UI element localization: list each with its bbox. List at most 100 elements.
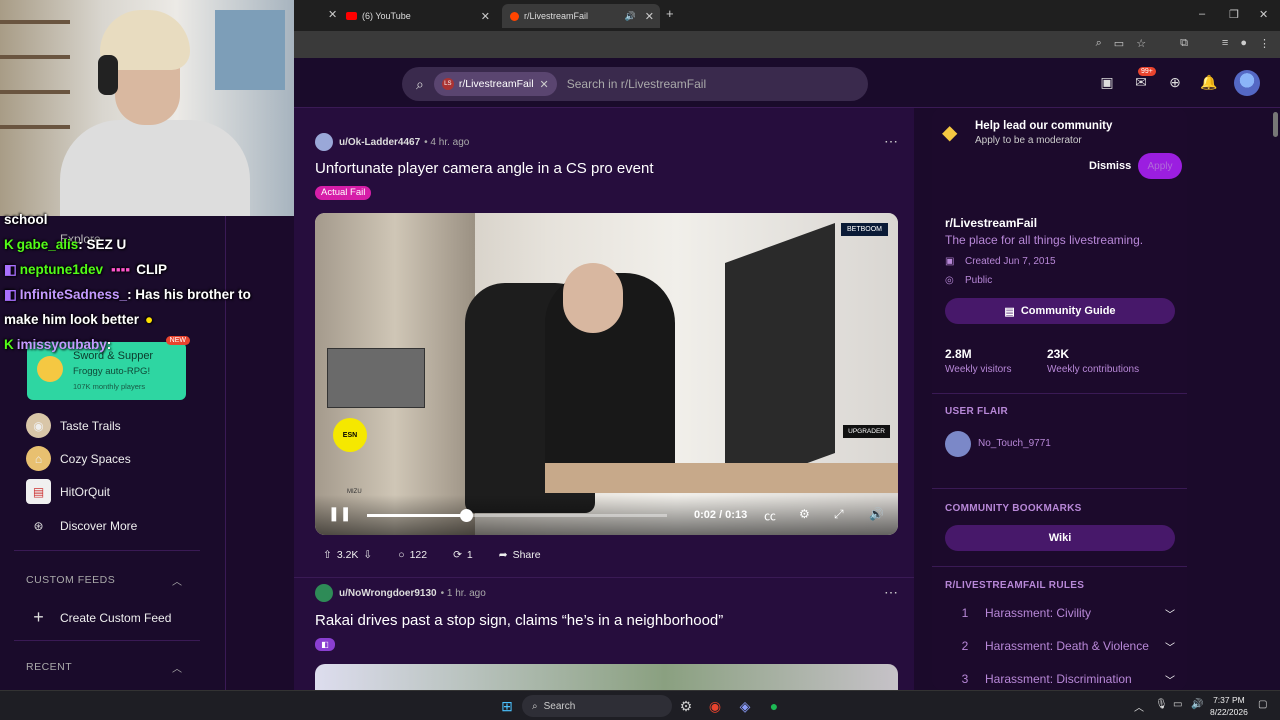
create-custom-feed-button[interactable]: + Create Custom Feed [26,605,171,630]
video-person-head [563,263,623,333]
post-options-icon[interactable]: ⋯ [884,584,898,601]
network-icon[interactable]: ▭ [1173,699,1182,710]
post-title[interactable]: Unfortunate player camera angle in a CS … [315,160,654,177]
user-avatar[interactable] [315,584,333,602]
search-community-chip[interactable]: LS r/LivestreamFail ✕ [433,72,557,96]
rule-number: 2 [961,639,969,653]
video-player[interactable]: ESN MIZU BETBOOM UPGRADER ❚❚ 0:02 / 0:13… [315,213,898,535]
user-avatar[interactable] [315,133,333,151]
recent-header[interactable]: RECENT [26,661,72,673]
rule-item[interactable]: 2 Harassment: Death & Violence ﹀ [945,639,1175,654]
tab-close-icon[interactable]: ✕ [328,8,337,21]
tab-label: (6) YouTube [362,11,411,21]
upvote-icon[interactable]: ⇧ [323,549,332,561]
sidebar-item-label: Cozy Spaces [60,451,131,466]
custom-feeds-header[interactable]: CUSTOM FEEDS [26,574,115,586]
chevron-up-icon[interactable]: ︿ [172,573,182,588]
divider [14,640,200,641]
scrollbar-thumb[interactable] [1273,112,1278,137]
sidebar-item-cozy-spaces[interactable]: ⌂ Cozy Spaces [26,446,131,471]
post-options-icon[interactable]: ⋯ [884,133,898,150]
settings-gear-icon[interactable]: ⚙ [676,696,696,716]
video-progress-slider[interactable] [367,509,667,522]
rule-item[interactable]: 3 Harassment: Discrimination ﹀ [945,672,1175,687]
divider [932,488,1187,489]
discord-icon[interactable]: ◈ [735,696,755,716]
zoom-icon[interactable]: ⌕ [1096,37,1102,50]
chevron-up-icon[interactable]: ︿ [1134,699,1144,714]
page-scrollbar[interactable] [1270,108,1280,690]
chevron-up-icon[interactable]: ︿ [172,660,182,675]
search-input[interactable]: ⌕ LS r/LivestreamFail ✕ Search in r/Live… [402,67,868,101]
rule-label: Harassment: Death & Violence [985,639,1149,653]
dismiss-button[interactable]: Dismiss [1089,160,1131,172]
tab-close-icon[interactable]: ✕ [645,10,654,23]
notifications-bell-icon[interactable]: 🔔 [1200,74,1218,92]
video-time: 0:02 / 0:13 [694,509,748,521]
mod-callout-subtitle: Apply to be a moderator [975,135,1082,146]
apply-button[interactable]: Apply [1138,153,1182,179]
user-flair-name[interactable]: No_Touch_9771 [978,438,1051,449]
chat-text: CLIP [136,262,167,277]
advertise-icon[interactable]: ▣ [1098,74,1116,92]
profile-icon[interactable]: ● [1240,37,1247,50]
chevron-down-icon[interactable]: ﹀ [1165,606,1175,621]
close-window-button[interactable]: ✕ [1259,8,1268,21]
share-button[interactable]: ➦ Share [491,543,549,567]
post-actions: ⇧ 3.2K ⇩ ○ 122 ⟳ 1 ➦ Share [315,543,549,567]
volume-icon[interactable]: 🔊 [869,507,884,521]
bookmark-star-icon[interactable]: ☆ [1136,37,1146,50]
chat-icon[interactable]: ✉ 99+ [1132,67,1156,92]
windows-start-icon[interactable]: ⊞ [497,696,517,716]
crosspost-button[interactable]: ⟳ 1 [445,543,481,567]
post-flair[interactable]: Actual Fail [315,186,372,200]
wiki-button[interactable]: Wiki [945,525,1175,551]
taskbar-search[interactable]: ⌕ Search [522,695,672,717]
extensions-icon[interactable]: ⧉ [1180,37,1188,50]
chevron-down-icon[interactable]: ﹀ [1165,672,1175,687]
fullscreen-icon[interactable]: ⤢ [834,507,844,522]
pause-icon[interactable]: ❚❚ [328,505,351,522]
create-post-icon[interactable]: ⊕ [1166,74,1184,92]
chevron-down-icon[interactable]: ﹀ [1165,639,1175,654]
youtube-icon [346,12,357,20]
chip-remove-icon[interactable]: ✕ [540,78,549,91]
media-icon[interactable]: ≡ [1222,37,1228,50]
volume-icon[interactable]: 🔊 [1191,699,1203,710]
sidebar-item-label: Discover More [60,518,138,533]
twitch-flair-icon[interactable]: ◧ [315,638,335,651]
microphone-icon[interactable]: 🎙 [1155,699,1168,710]
spotify-icon[interactable]: ● [764,696,784,716]
minimize-button[interactable]: – [1199,8,1205,20]
user-avatar[interactable] [1234,70,1260,96]
maximize-button[interactable]: ❐ [1229,8,1239,21]
sidebar-item-taste-trails[interactable]: ◉ Taste Trails [26,413,121,438]
downvote-icon[interactable]: ⇩ [363,549,372,561]
rule-item[interactable]: 1 Harassment: Civility ﹀ [945,606,1175,621]
cast-icon[interactable]: ▭ [1114,37,1124,50]
weekly-contributions-label: Weekly contributions [1047,364,1140,375]
settings-gear-icon[interactable]: ⚙ [799,507,810,521]
captions-icon[interactable]: ㏄ [764,507,776,524]
menu-icon[interactable]: ⋮ [1259,37,1270,50]
comments-button[interactable]: ○ 122 [390,543,435,567]
sidebar-item-discover-more[interactable]: ⊛ Discover More [26,513,137,538]
post-author[interactable]: u/NoWrongdoer9130 [339,588,437,599]
video-progress-knob[interactable] [460,509,473,522]
notifications-icon[interactable]: ▢ [1258,699,1267,710]
tab-close-icon[interactable]: ✕ [481,10,490,23]
video-desk [545,463,898,493]
tab-livestreamfail[interactable]: r/LivestreamFail 🔊 ✕ [502,4,660,28]
kick-icon: K [4,337,14,352]
post-title[interactable]: Rakai drives past a stop sign, claims “h… [315,612,723,629]
sidebar-item-hitorquit[interactable]: ▤ HitOrQuit [26,479,110,504]
community-guide-button[interactable]: ▤ Community Guide [945,298,1175,324]
taskbar-clock[interactable]: 7:37 PM 8/22/2026 [1210,694,1248,718]
new-tab-button[interactable]: + [666,6,674,21]
speaker-icon[interactable]: 🔊 [625,11,636,22]
sidebar-item-label: Taste Trails [60,418,121,433]
post-author[interactable]: u/Ok-Ladder4467 [339,137,420,148]
tab-youtube[interactable]: (6) YouTube ✕ [346,4,496,28]
chrome-icon[interactable]: ◉ [705,696,725,716]
address-bar[interactable]: ⌕ ▭ ☆ ⧉ ≡ ● ⋮ [294,31,1280,58]
